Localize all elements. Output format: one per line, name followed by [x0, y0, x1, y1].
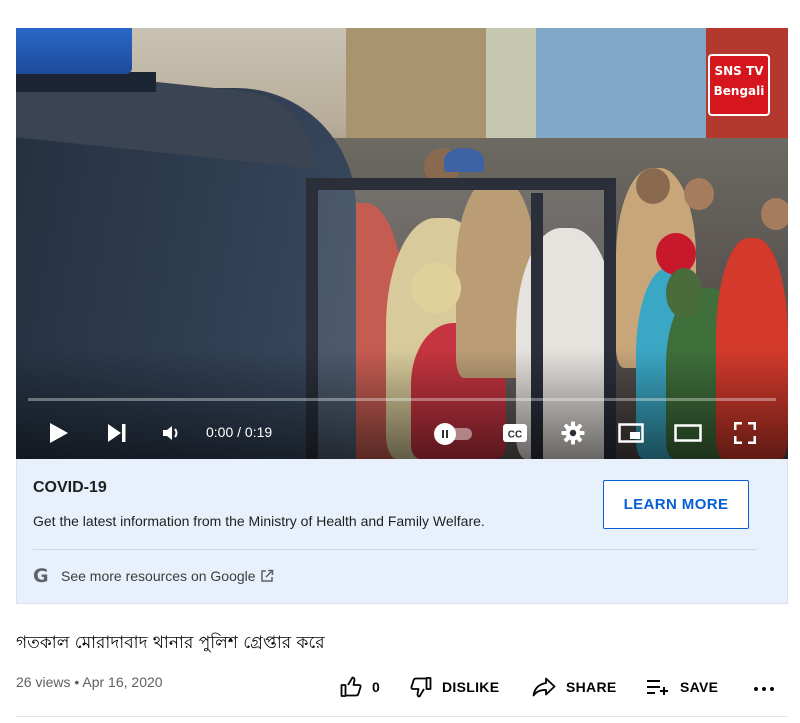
captions-button[interactable]: CC [500, 410, 530, 456]
external-link-icon [260, 569, 273, 582]
fullscreen-icon [734, 422, 756, 444]
watermark-line-2: Bengali [713, 84, 765, 98]
theater-button[interactable] [672, 410, 704, 456]
video-title: গতকাল মোরাদাবাদ থানার পুলিশ গ্রেপ্তার কর… [16, 633, 325, 653]
channel-watermark: SNS TV Bengali [708, 54, 770, 116]
share-button[interactable]: SHARE [532, 672, 617, 702]
dislike-label: DISLIKE [442, 679, 500, 695]
play-icon [50, 423, 68, 443]
next-icon [108, 424, 126, 442]
miniplayer-icon [618, 423, 644, 443]
see-more-resources-label: See more resources on Google [61, 568, 256, 584]
save-button[interactable]: SAVE [646, 672, 718, 702]
like-button[interactable]: 0 [340, 672, 380, 702]
covid-title: COVID-19 [33, 479, 107, 496]
next-button[interactable] [102, 410, 132, 456]
miniplayer-button[interactable] [616, 410, 646, 456]
autoplay-toggle[interactable] [434, 423, 472, 445]
watermark-line-1: SNS TV [714, 64, 764, 78]
video-frame [16, 28, 788, 459]
see-more-resources-link[interactable]: G See more resources on Google [33, 565, 274, 587]
thumbs-up-icon [340, 676, 362, 697]
volume-icon [163, 426, 178, 440]
playlist-add-icon [647, 680, 668, 695]
divider [16, 716, 788, 717]
covid-description: Get the latest information from the Mini… [33, 513, 485, 529]
divider [33, 549, 757, 550]
mute-button[interactable] [156, 410, 186, 456]
share-label: SHARE [566, 679, 617, 695]
like-count: 0 [372, 679, 381, 695]
video-actions: 0 DISLIKE SHARE SAVE [0, 672, 800, 702]
fullscreen-button[interactable] [730, 410, 760, 456]
share-icon [532, 677, 556, 697]
theater-icon [674, 424, 702, 442]
thumbs-down-icon [410, 677, 432, 698]
settings-button[interactable] [558, 410, 588, 456]
learn-more-button[interactable]: LEARN MORE [603, 480, 749, 529]
dislike-button[interactable]: DISLIKE [410, 672, 499, 702]
video-player[interactable]: SNS TV Bengali 0:00 / 0:19 CC [16, 28, 788, 459]
more-actions-button[interactable] [752, 672, 776, 702]
svg-text:CC: CC [508, 430, 522, 441]
google-icon: G [33, 565, 49, 587]
pause-icon [434, 423, 456, 445]
save-label: SAVE [680, 679, 719, 695]
time-display: 0:00 / 0:19 [206, 424, 273, 440]
play-button[interactable] [44, 410, 74, 456]
more-icon [752, 678, 776, 696]
player-controls: 0:00 / 0:19 CC [16, 410, 788, 456]
gear-icon [561, 421, 585, 445]
covid-info-panel: COVID-19 Get the latest information from… [16, 459, 788, 604]
progress-bar[interactable] [28, 398, 776, 401]
captions-icon: CC [503, 424, 527, 442]
